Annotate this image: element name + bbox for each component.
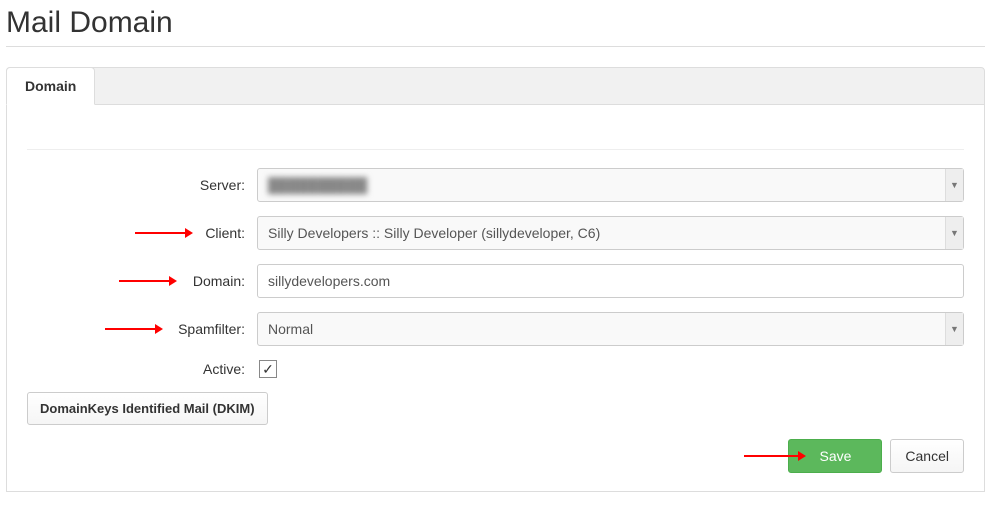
spamfilter-select[interactable]: Normal ▼ [257, 312, 964, 346]
client-select[interactable]: Silly Developers :: Silly Developer (sil… [257, 216, 964, 250]
annotation-arrow-domain [119, 280, 175, 282]
chevron-down-icon: ▼ [945, 313, 963, 345]
active-label: Active: [27, 361, 257, 377]
annotation-arrow-save [744, 455, 804, 457]
server-value: ██████████ [268, 177, 367, 193]
dkim-row: DomainKeys Identified Mail (DKIM) [27, 392, 964, 425]
domain-input[interactable] [257, 264, 964, 298]
cancel-button[interactable]: Cancel [890, 439, 964, 473]
annotation-arrow-spamfilter [105, 328, 161, 330]
chevron-down-icon: ▼ [945, 217, 963, 249]
tab-domain[interactable]: Domain [6, 67, 95, 105]
dkim-button[interactable]: DomainKeys Identified Mail (DKIM) [27, 392, 268, 425]
spamfilter-value: Normal [268, 321, 313, 337]
divider [27, 149, 964, 150]
annotation-arrow-client [135, 232, 191, 234]
page-title: Mail Domain [6, 6, 985, 47]
check-icon: ✓ [262, 361, 274, 378]
server-select[interactable]: ██████████ ▼ [257, 168, 964, 202]
tab-bar: Domain [6, 67, 985, 105]
server-label: Server: [27, 177, 257, 193]
chevron-down-icon: ▼ [945, 169, 963, 201]
client-value: Silly Developers :: Silly Developer (sil… [268, 225, 600, 241]
form-panel: Server: ██████████ ▼ Client: Silly Devel… [6, 105, 985, 492]
active-checkbox[interactable]: ✓ [259, 360, 277, 378]
